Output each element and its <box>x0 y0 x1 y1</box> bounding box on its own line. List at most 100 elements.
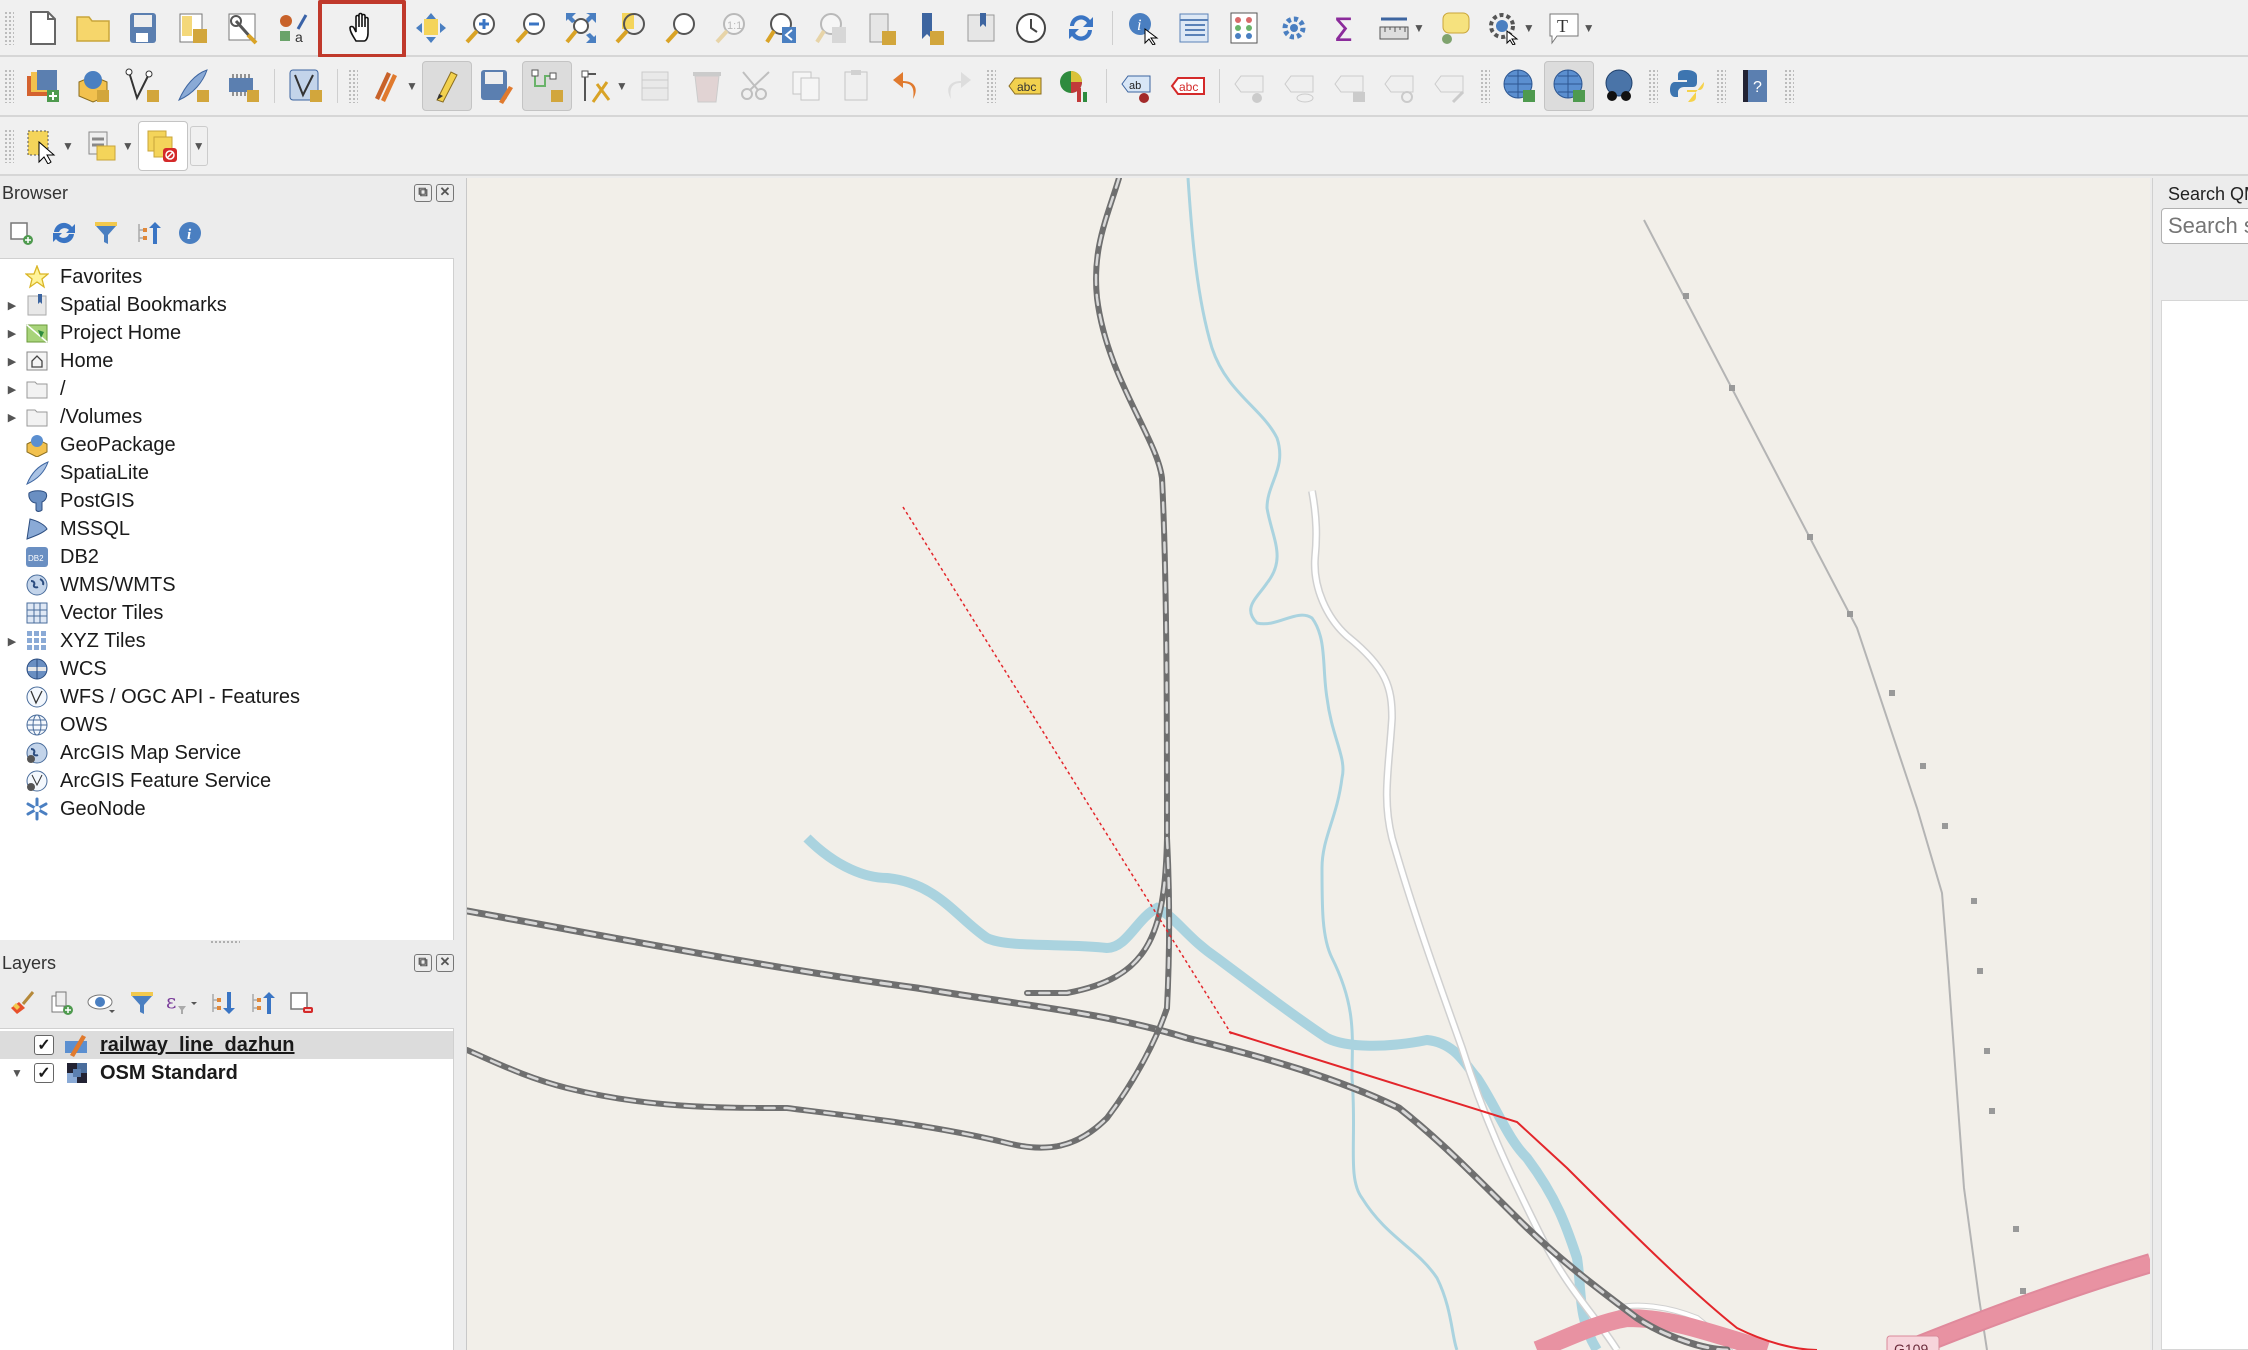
new-shapefile-layer-button[interactable] <box>118 61 168 111</box>
layer-labeling-button[interactable]: abc <box>1000 61 1050 111</box>
redo-button[interactable] <box>932 61 982 111</box>
delete-selected-button[interactable] <box>682 61 732 111</box>
osm-binoculars-button[interactable] <box>1594 61 1644 111</box>
float-panel-button[interactable]: ⧉ <box>414 184 432 202</box>
toolbar-grip[interactable] <box>1783 69 1794 103</box>
filter-by-expression-button[interactable]: ε <box>166 987 198 1019</box>
expand-arrow[interactable]: ▶ <box>0 327 24 340</box>
processing-toolbox-button[interactable] <box>1269 3 1319 53</box>
filter-browser-button[interactable] <box>90 217 122 249</box>
toolbar-grip[interactable] <box>348 69 358 103</box>
layer-item-osm-standard[interactable]: ▼ ✓ OSM Standard <box>0 1059 453 1087</box>
temporal-controller-button[interactable] <box>1006 3 1056 53</box>
current-edits-button[interactable] <box>362 61 412 111</box>
attribute-table-button[interactable] <box>1169 3 1219 53</box>
run-action-button[interactable] <box>1479 3 1529 53</box>
metasearch-button[interactable] <box>1543 61 1594 111</box>
browser-item-root[interactable]: ▶ / <box>0 375 453 403</box>
cut-features-button[interactable] <box>732 61 782 111</box>
python-console-button[interactable] <box>1662 61 1712 111</box>
zoom-out-button[interactable] <box>506 3 556 53</box>
filter-legend-button[interactable] <box>126 987 158 1019</box>
browser-item-arcgis-map-service[interactable]: ArcGIS Map Service <box>0 739 453 767</box>
new-virtual-layer-button[interactable] <box>281 61 331 111</box>
browser-item-db2[interactable]: DB2 DB2 <box>0 543 453 571</box>
modify-attributes-button[interactable] <box>632 61 682 111</box>
toolbar-grip[interactable] <box>1647 69 1658 103</box>
zoom-in-button[interactable] <box>456 3 506 53</box>
properties-button[interactable]: i <box>174 217 206 249</box>
close-panel-button[interactable]: ✕ <box>436 184 454 202</box>
search-results-list[interactable] <box>2161 300 2248 1350</box>
paste-features-button[interactable] <box>832 61 882 111</box>
browser-item-spatialite[interactable]: SpatiaLite <box>0 459 453 487</box>
map-tips-button[interactable] <box>1429 3 1479 53</box>
map-render[interactable]: G109 <box>467 178 2150 1350</box>
measure-line-button[interactable] <box>1369 3 1419 53</box>
save-layer-edits-button[interactable] <box>472 61 522 111</box>
browser-item-ows[interactable]: OWS <box>0 711 453 739</box>
toggle-editing-button[interactable] <box>421 61 472 111</box>
layer-visibility-checkbox[interactable]: ✓ <box>34 1063 54 1083</box>
show-bookmarks-button[interactable] <box>956 3 1006 53</box>
select-by-attribute-button[interactable] <box>78 121 128 171</box>
statistical-summary-button[interactable]: Σ <box>1319 3 1369 53</box>
toolbar-grip[interactable] <box>4 10 14 45</box>
highlight-pinned-labels-button[interactable]: ab <box>1113 61 1163 111</box>
toolbar-grip[interactable] <box>1479 69 1490 103</box>
browser-item-geonode[interactable]: GeoNode <box>0 795 453 823</box>
browser-item-volumes[interactable]: ▶ /Volumes <box>0 403 453 431</box>
new-print-layout-button[interactable] <box>168 3 218 53</box>
deselect-dropdown-caret[interactable]: ▼ <box>189 125 208 166</box>
deselect-all-button[interactable] <box>137 120 188 171</box>
collapse-all-button[interactable] <box>132 217 164 249</box>
browser-item-wms-wmts[interactable]: WMS/WMTS <box>0 571 453 599</box>
expand-arrow[interactable]: ▶ <box>0 635 24 648</box>
toolbar-grip[interactable] <box>4 128 14 163</box>
browser-item-mssql[interactable]: MSSQL <box>0 515 453 543</box>
zoom-full-button[interactable] <box>556 3 606 53</box>
browser-item-spatial-bookmarks[interactable]: ▶ Spatial Bookmarks <box>0 291 453 319</box>
layout-manager-button[interactable] <box>218 3 268 53</box>
browser-item-vector-tiles[interactable]: Vector Tiles <box>0 599 453 627</box>
dock-splitter-handle[interactable] <box>210 940 240 944</box>
move-label-button[interactable] <box>1326 61 1376 111</box>
undo-button[interactable] <box>882 61 932 111</box>
close-panel-button[interactable]: ✕ <box>436 954 454 972</box>
expand-arrow[interactable]: ▶ <box>0 355 24 368</box>
zoom-last-button[interactable] <box>756 3 806 53</box>
new-map-view-button[interactable] <box>856 3 906 53</box>
field-calculator-button[interactable] <box>1219 3 1269 53</box>
text-annotation-button[interactable]: T <box>1539 3 1589 53</box>
expand-arrow[interactable]: ▶ <box>0 383 24 396</box>
vertex-tool-button[interactable] <box>572 61 622 111</box>
change-label-button[interactable] <box>1426 61 1476 111</box>
layer-item-railway-line-dazhun[interactable]: ✓ railway_line_dazhun <box>0 1031 453 1059</box>
copy-features-button[interactable] <box>782 61 832 111</box>
zoom-to-selection-button[interactable] <box>606 3 656 53</box>
data-source-manager-button[interactable] <box>18 61 68 111</box>
expand-all-button[interactable] <box>206 987 238 1019</box>
browser-item-wfs[interactable]: WFS / OGC API - Features <box>0 683 453 711</box>
select-features-button[interactable] <box>18 121 68 171</box>
collapse-all-button[interactable] <box>246 987 278 1019</box>
help-button[interactable]: ? <box>1730 61 1780 111</box>
pan-to-selection-button[interactable] <box>406 3 456 53</box>
expand-arrow[interactable]: ▶ <box>0 411 24 424</box>
float-panel-button[interactable]: ⧉ <box>414 954 432 972</box>
browser-item-xyz-tiles[interactable]: ▶ XYZ Tiles <box>0 627 453 655</box>
zoom-next-button[interactable] <box>806 3 856 53</box>
browser-item-wcs[interactable]: WCS <box>0 655 453 683</box>
pan-map-button[interactable] <box>318 0 406 58</box>
digitize-button[interactable] <box>521 61 572 111</box>
layer-diagram-button[interactable] <box>1050 61 1100 111</box>
save-project-button[interactable] <box>118 3 168 53</box>
new-geopackage-layer-button[interactable] <box>68 61 118 111</box>
browser-item-geopackage[interactable]: GeoPackage <box>0 431 453 459</box>
remove-layer-button[interactable] <box>286 987 318 1019</box>
identify-features-button[interactable]: i <box>1119 3 1169 53</box>
new-temporary-layer-button[interactable] <box>218 61 268 111</box>
pin-label-button[interactable] <box>1226 61 1276 111</box>
expand-arrow[interactable]: ▶ <box>0 299 24 312</box>
zoom-to-layer-button[interactable] <box>656 3 706 53</box>
